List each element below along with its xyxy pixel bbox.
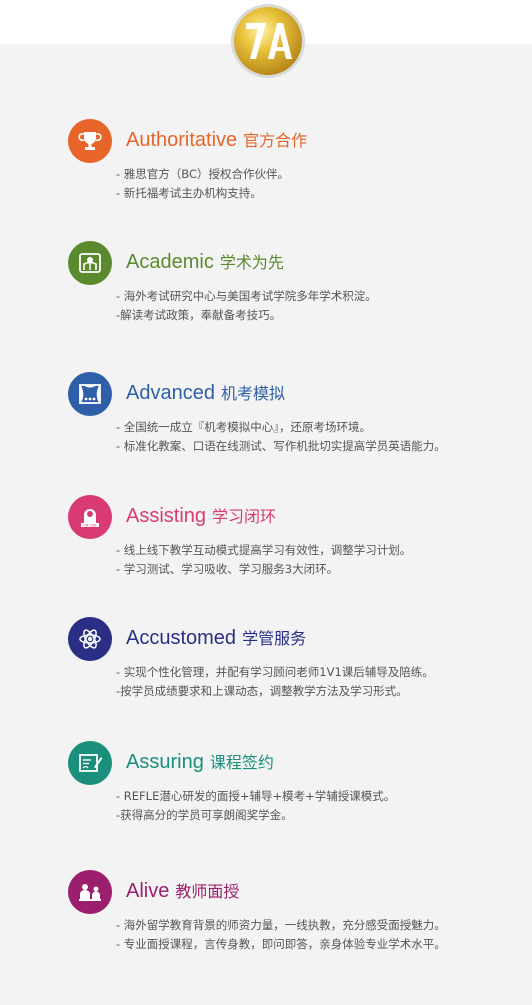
- atom-icon: [68, 617, 112, 661]
- feature-line: - 专业面授课程，言传身教，即问即答，亲身体验专业学术水平。: [116, 937, 446, 951]
- feature-title: Advanced 机考模拟: [126, 380, 285, 405]
- contract-icon: [68, 741, 112, 785]
- feature-line: - 新托福考试主办机构支持。: [116, 186, 262, 200]
- feature-title-en: Authoritative: [126, 129, 238, 151]
- feature-line: -获得高分的学员可享朗阁奖学金。: [116, 808, 293, 822]
- feature-line: - 海外留学教育背景的师资力量，一线执教，充分感受面授魅力。: [116, 918, 446, 932]
- feature-title-en: Alive: [126, 880, 170, 902]
- feature-description: - 实现个性化管理，并配有学习顾问老师1V1课后辅导及陪练。 -按学员成绩要求和…: [116, 663, 434, 701]
- online-teacher-icon: ON LINE: [68, 495, 112, 539]
- feature-line: - 标准化教案、口语在线测试、写作机批切实提高学员英语能力。: [116, 439, 446, 453]
- feature-title-en: Assuring: [126, 751, 204, 773]
- feature-description: - 雅思官方（BC）授权合作伙伴。 - 新托福考试主办机构支持。: [116, 165, 289, 203]
- feature-title-en: Advanced: [126, 382, 215, 404]
- feature-line: - 线上线下教学互动模式提高学习有效性，调整学习计划。: [116, 543, 412, 557]
- feature-line: - 雅思官方（BC）授权合作伙伴。: [116, 167, 290, 181]
- feature-line: - 海外考试研究中心与美国考试学院多年学术积淀。: [116, 289, 377, 303]
- feature-title-cn: 学术为先: [219, 253, 284, 272]
- feature-description: - REFLE潜心研发的面授+辅导+模考+学辅授课模式。 -获得高分的学员可享朗…: [116, 787, 395, 825]
- feature-title: Accustomed 学管服务: [126, 625, 306, 650]
- feature-line: -按学员成绩要求和上课动态，调整教学方法及学习形式。: [116, 684, 408, 698]
- feature-description: - 海外考试研究中心与美国考试学院多年学术积淀。 -解读考试政策，奉献备考技巧。: [116, 287, 377, 325]
- feature-title-en: Accustomed: [126, 627, 237, 649]
- feature-line: -解读考试政策，奉献备考技巧。: [116, 308, 282, 322]
- feature-title: Authoritative 官方合作: [126, 127, 307, 152]
- theater-icon: [68, 372, 112, 416]
- feature-title-cn: 课程签约: [209, 753, 274, 772]
- feature-description: - 全国统一成立『机考模拟中心』，还原考场环境。 - 标准化教案、口语在线测试、…: [116, 418, 446, 456]
- feature-title: Alive 教师面授: [126, 878, 239, 903]
- feature-title: Academic 学术为先: [126, 249, 284, 274]
- feature-title-en: Assisting: [126, 505, 207, 527]
- classroom-icon: [68, 870, 112, 914]
- feature-title-cn: 学习闭环: [212, 507, 277, 526]
- feature-title-cn: 机考模拟: [220, 384, 285, 403]
- feature-line: - 全国统一成立『机考模拟中心』，还原考场环境。: [116, 420, 372, 434]
- feature-title-en: Academic: [126, 251, 214, 273]
- feature-line: - 实现个性化管理，并配有学习顾问老师1V1课后辅导及陪练。: [116, 665, 434, 679]
- feature-description: - 海外留学教育背景的师资力量，一线执教，充分感受面授魅力。 - 专业面授课程，…: [116, 916, 446, 954]
- svg-text:ON LINE: ON LINE: [83, 523, 96, 527]
- feature-title: Assuring 课程签约: [126, 749, 274, 774]
- brand-logo-icon: [230, 3, 306, 79]
- feature-line: - REFLE潜心研发的面授+辅导+模考+学辅授课模式。: [116, 789, 396, 803]
- feature-title-cn: 学管服务: [242, 629, 307, 648]
- feature-description: - 线上线下教学互动模式提高学习有效性，调整学习计划。 - 学习测试、学习吸收、…: [116, 541, 411, 579]
- feature-title-cn: 官方合作: [243, 131, 308, 150]
- feature-line: - 学习测试、学习吸收、学习服务3大闭环。: [116, 562, 339, 576]
- feature-title-cn: 教师面授: [175, 882, 240, 901]
- trophy-icon: [68, 119, 112, 163]
- feature-title: Assisting 学习闭环: [126, 503, 276, 528]
- book-icon: [68, 241, 112, 285]
